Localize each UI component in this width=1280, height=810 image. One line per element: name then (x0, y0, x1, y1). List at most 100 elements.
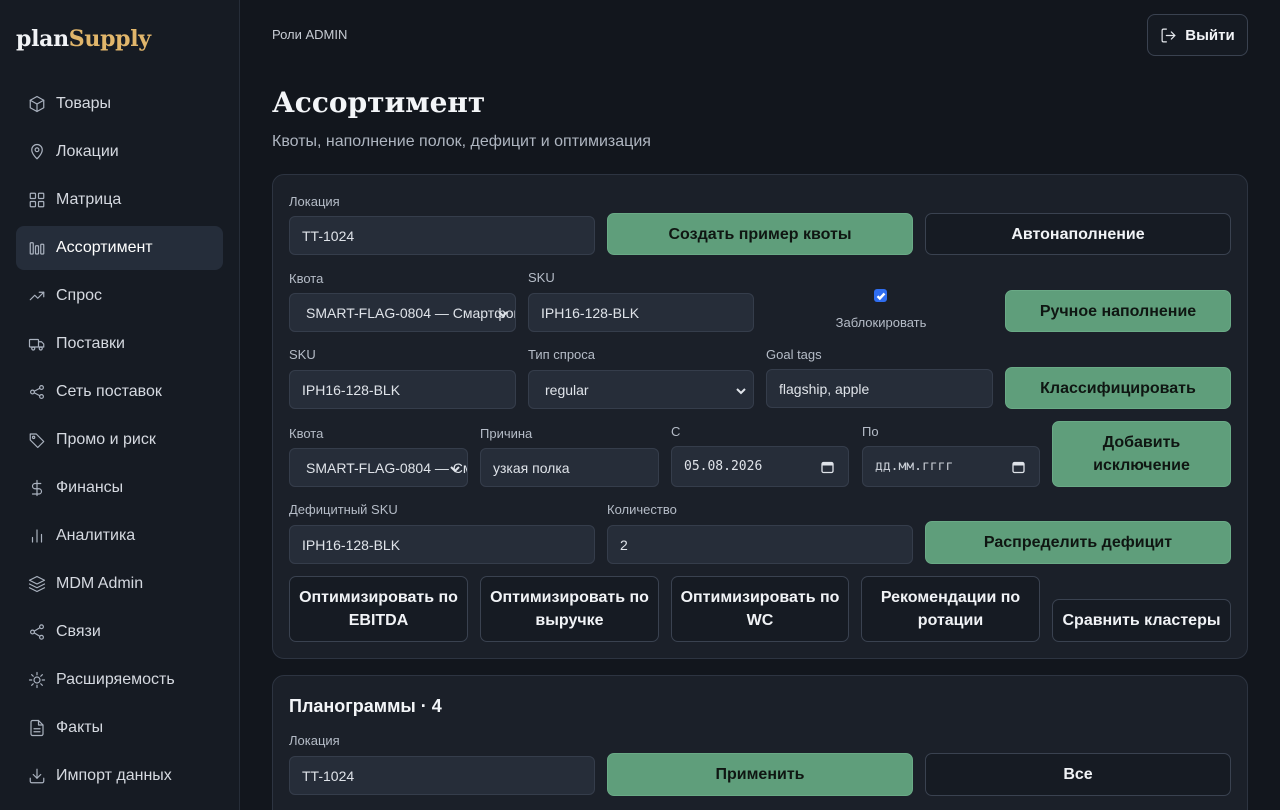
share-icon (28, 623, 46, 641)
sun-icon (28, 671, 46, 689)
sidebar-item-label: Поставки (56, 335, 125, 352)
location-input[interactable]: TT-1024 (289, 216, 595, 255)
quota2-select-value: SMART-FLAG-0804 — Смартфоны (306, 459, 467, 476)
optimize-wc-label-1: Оптимизировать по (680, 589, 840, 606)
from-date-input[interactable]: 05.08.2026 (671, 446, 849, 487)
sidebar-item-1[interactable]: Товары (16, 82, 223, 126)
sidebar-item-label: Матрица (56, 191, 122, 208)
sidebar-item-14[interactable]: Факты (16, 706, 223, 750)
optimize-ebitda-button[interactable]: Оптимизировать по EBITDA (289, 576, 468, 642)
quota-select-value: SMART-FLAG-0804 — Смартфоны (306, 304, 516, 321)
add-exception-label-2: исключение (1093, 457, 1190, 474)
page-title: Ассортимент (272, 86, 486, 119)
apply-button[interactable]: Применить (607, 753, 913, 796)
box-icon (28, 95, 46, 113)
quota-select[interactable]: SMART-FLAG-0804 — Смартфоны (289, 293, 516, 332)
reason-input[interactable]: узкая полка (480, 448, 659, 487)
quantity-input[interactable]: 2 (607, 525, 913, 564)
manual-fill-button[interactable]: Ручное наполнение (1005, 290, 1231, 332)
deficit-sku-input[interactable]: IPH16-128-BLK (289, 525, 595, 564)
logout-icon (1160, 27, 1177, 44)
to-date-placeholder: дд.мм.гггг (875, 459, 954, 474)
sidebar-item-label: Факты (56, 719, 104, 736)
logout-button[interactable]: Выйти (1147, 14, 1248, 56)
sidebar-item-8[interactable]: Промо и риск (16, 418, 223, 462)
from-date-label: С (671, 424, 681, 439)
quantity-label: Количество (607, 502, 677, 517)
network-icon (28, 383, 46, 401)
chevron-down-icon (735, 384, 747, 396)
bar-chart-icon (28, 527, 46, 545)
sku-label: SKU (528, 270, 555, 285)
lock-label: Заблокировать (835, 315, 927, 330)
layers-icon (28, 575, 46, 593)
truck-icon (28, 335, 46, 353)
sidebar-item-9[interactable]: Финансы (16, 466, 223, 510)
sidebar-item-7[interactable]: Сеть поставок (16, 370, 223, 414)
sidebar-item-13[interactable]: Расширяемость (16, 658, 223, 702)
create-quota-button[interactable]: Создать пример квоты (607, 213, 913, 255)
sidebar-item-label: Аналитика (56, 527, 136, 544)
optimize-ebitda-label-1: Оптимизировать по (299, 589, 458, 606)
chevron-down-icon (497, 307, 509, 319)
logout-label: Выйти (1185, 26, 1235, 44)
sidebar-item-label: Промо и риск (56, 431, 156, 448)
optimize-revenue-label-1: Оптимизировать по (490, 589, 649, 606)
sidebar-item-label: Локации (56, 143, 119, 160)
sku-input[interactable]: IPH16-128-BLK (528, 293, 754, 332)
rotation-recommendations-button[interactable]: Рекомендации по ротации (861, 576, 1040, 642)
page-subtitle: Квоты, наполнение полок, дефицит и оптим… (272, 133, 651, 150)
planogram-location-input[interactable]: TT-1024 (289, 756, 595, 795)
sidebar-item-label: Расширяемость (56, 671, 175, 688)
add-exception-button[interactable]: Добавить исключение (1052, 421, 1231, 487)
goal-tags-input[interactable]: flagship, apple (766, 369, 993, 408)
optimize-wc-label-2: WC (746, 612, 774, 629)
sidebar-item-2[interactable]: Локации (16, 130, 223, 174)
sidebar-item-label: Импорт данных (56, 767, 172, 784)
quota2-select[interactable]: SMART-FLAG-0804 — Смартфоны (289, 448, 468, 487)
compare-clusters-button[interactable]: Сравнить кластеры (1052, 599, 1231, 642)
autofill-button[interactable]: Автонаполнение (925, 213, 1231, 255)
sidebar-item-label: MDM Admin (56, 575, 144, 592)
all-button[interactable]: Все (925, 753, 1231, 796)
file-icon (28, 719, 46, 737)
reason-label: Причина (480, 426, 533, 441)
sidebar-item-12[interactable]: Связи (16, 610, 223, 654)
add-exception-label-1: Добавить (1102, 434, 1181, 451)
deficit-sku-label: Дефицитный SKU (289, 502, 398, 517)
demand-type-value: regular (545, 381, 589, 398)
optimize-revenue-button[interactable]: Оптимизировать по выручке (480, 576, 659, 642)
sidebar-item-5[interactable]: Спрос (16, 274, 223, 318)
optimize-wc-button[interactable]: Оптимизировать по WC (671, 576, 849, 642)
sku2-input[interactable]: IPH16-128-BLK (289, 370, 516, 409)
sidebar-item-15[interactable]: Импорт данных (16, 754, 223, 798)
sidebar-item-3[interactable]: Матрица (16, 178, 223, 222)
sidebar-item-10[interactable]: Аналитика (16, 514, 223, 558)
distribute-deficit-button[interactable]: Распределить дефицит (925, 521, 1231, 564)
rotation-label-1: Рекомендации по (880, 589, 1021, 606)
sidebar: planSupply Товары Локации Матрица Ассортиме… (0, 0, 240, 810)
to-date-input[interactable]: дд.мм.гггг (862, 446, 1040, 487)
planogram-card: Планограммы · 4 Локация TT-1024 Применит… (272, 675, 1248, 810)
lock-checkbox[interactable] (874, 289, 887, 302)
dollar-icon (28, 479, 46, 497)
app-logo[interactable]: planSupply (16, 26, 151, 52)
quota-card: Локация TT-1024 Создать пример квоты Авт… (272, 174, 1248, 659)
calendar-icon[interactable] (821, 460, 834, 473)
calendar-icon[interactable] (1012, 460, 1025, 473)
planogram-location-label: Локация (289, 733, 340, 748)
demand-type-select[interactable]: regular (528, 370, 754, 409)
user-roles: Роли ADMIN (272, 27, 348, 42)
sidebar-item-6[interactable]: Поставки (16, 322, 223, 366)
sidebar-item-label: Сеть поставок (56, 383, 162, 400)
optimize-revenue-label-2: выручке (535, 612, 604, 629)
classify-button[interactable]: Классифицировать (1005, 367, 1231, 409)
rotation-label-2: ротации (917, 612, 984, 629)
sidebar-item-4[interactable]: Ассортимент (16, 226, 223, 270)
sku2-label: SKU (289, 347, 316, 362)
quota2-label: Квота (289, 426, 324, 441)
sidebar-item-11[interactable]: MDM Admin (16, 562, 223, 606)
sidebar-item-label: Товары (56, 95, 112, 112)
from-date-value: 05.08.2026 (684, 459, 763, 474)
tag-icon (28, 431, 46, 449)
